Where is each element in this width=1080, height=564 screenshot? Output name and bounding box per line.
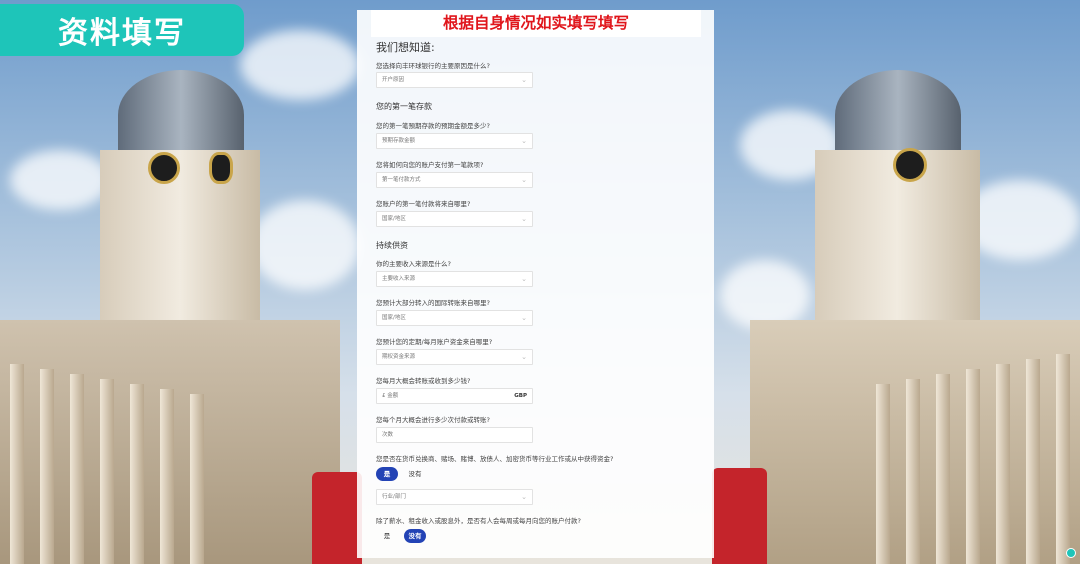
question-income-source: 你的主要收入来源是什么? [376,260,451,268]
industry-no-button[interactable]: 没有 [404,467,426,481]
first-amount-select[interactable]: 预期存款金额 ⌄ [376,133,533,149]
form-banner: 根据自身情况如实填写填写 [371,10,701,37]
reason-select[interactable]: 开户原因 ⌄ [376,72,533,88]
page-title-badge: 资料填写 [0,4,244,56]
chevron-down-icon: ⌄ [521,314,527,322]
currency-unit: GBP [514,393,527,399]
form-heading: 我们想知道: [376,41,435,54]
form-panel: 根据自身情况如实填写填写 我们想知道: 您选择向丰环球银行的主要原因是什么? 开… [357,10,714,558]
chevron-down-icon: ⌄ [521,353,527,361]
chevron-down-icon: ⌄ [521,76,527,84]
question-first-origin: 您账户的第一笔付款将来自哪里? [376,200,471,208]
question-monthly-count: 您每个月大概会进行多少次付款或转账? [376,416,490,424]
chevron-down-icon: ⌄ [521,215,527,223]
question-monthly-amount: 您每月大概会转账或收到多少钱? [376,377,471,385]
industry-yes-button[interactable]: 是 [376,467,398,481]
chevron-down-icon: ⌄ [521,137,527,145]
question-intl-origin: 您预计大部分转入的国际转账来自哪里? [376,299,490,307]
monthly-amount-input[interactable]: £ 金额 GBP [376,388,533,404]
monthly-count-input[interactable]: 次数 [376,427,533,443]
third-party-toggle: 是 没有 [376,529,426,543]
income-source-select[interactable]: 主要收入来源 ⌄ [376,271,533,287]
industry-select[interactable]: 行业/部门 ⌄ [376,489,533,505]
question-first-amount: 您的第一笔預期存款的预期金额是多少? [376,122,490,130]
intl-origin-select[interactable]: 国家/地区 ⌄ [376,310,533,326]
question-reason: 您选择向丰环球银行的主要原因是什么? [376,62,490,70]
chevron-down-icon: ⌄ [521,176,527,184]
third-party-no-button[interactable]: 没有 [404,529,426,543]
question-third-party: 除了薪水、租金收入或股息外，是否有人会每周或每月向您的账户付款? [376,517,581,525]
question-first-method: 您将如何向您的账户支付第一笔款项? [376,161,484,169]
question-regular-source: 您预计您的定期/每月账户资金来自哪里? [376,338,493,346]
chevron-down-icon: ⌄ [521,275,527,283]
floating-dot-icon[interactable] [1066,548,1076,558]
question-industry: 您是否在货币兑换商、赌场、赌博、放债人、加密货币等行业工作或从中获得资金? [376,455,614,463]
first-origin-select[interactable]: 国家/地区 ⌄ [376,211,533,227]
section-ongoing: 持续供资 [376,241,408,250]
first-method-select[interactable]: 第一笔付款方式 ⌄ [376,172,533,188]
chevron-down-icon: ⌄ [521,493,527,501]
third-party-yes-button[interactable]: 是 [376,529,398,543]
regular-source-select[interactable]: 期权资金来源 ⌄ [376,349,533,365]
section-first-deposit: 您的第一笔存款 [376,102,432,111]
industry-toggle: 是 没有 [376,467,426,481]
